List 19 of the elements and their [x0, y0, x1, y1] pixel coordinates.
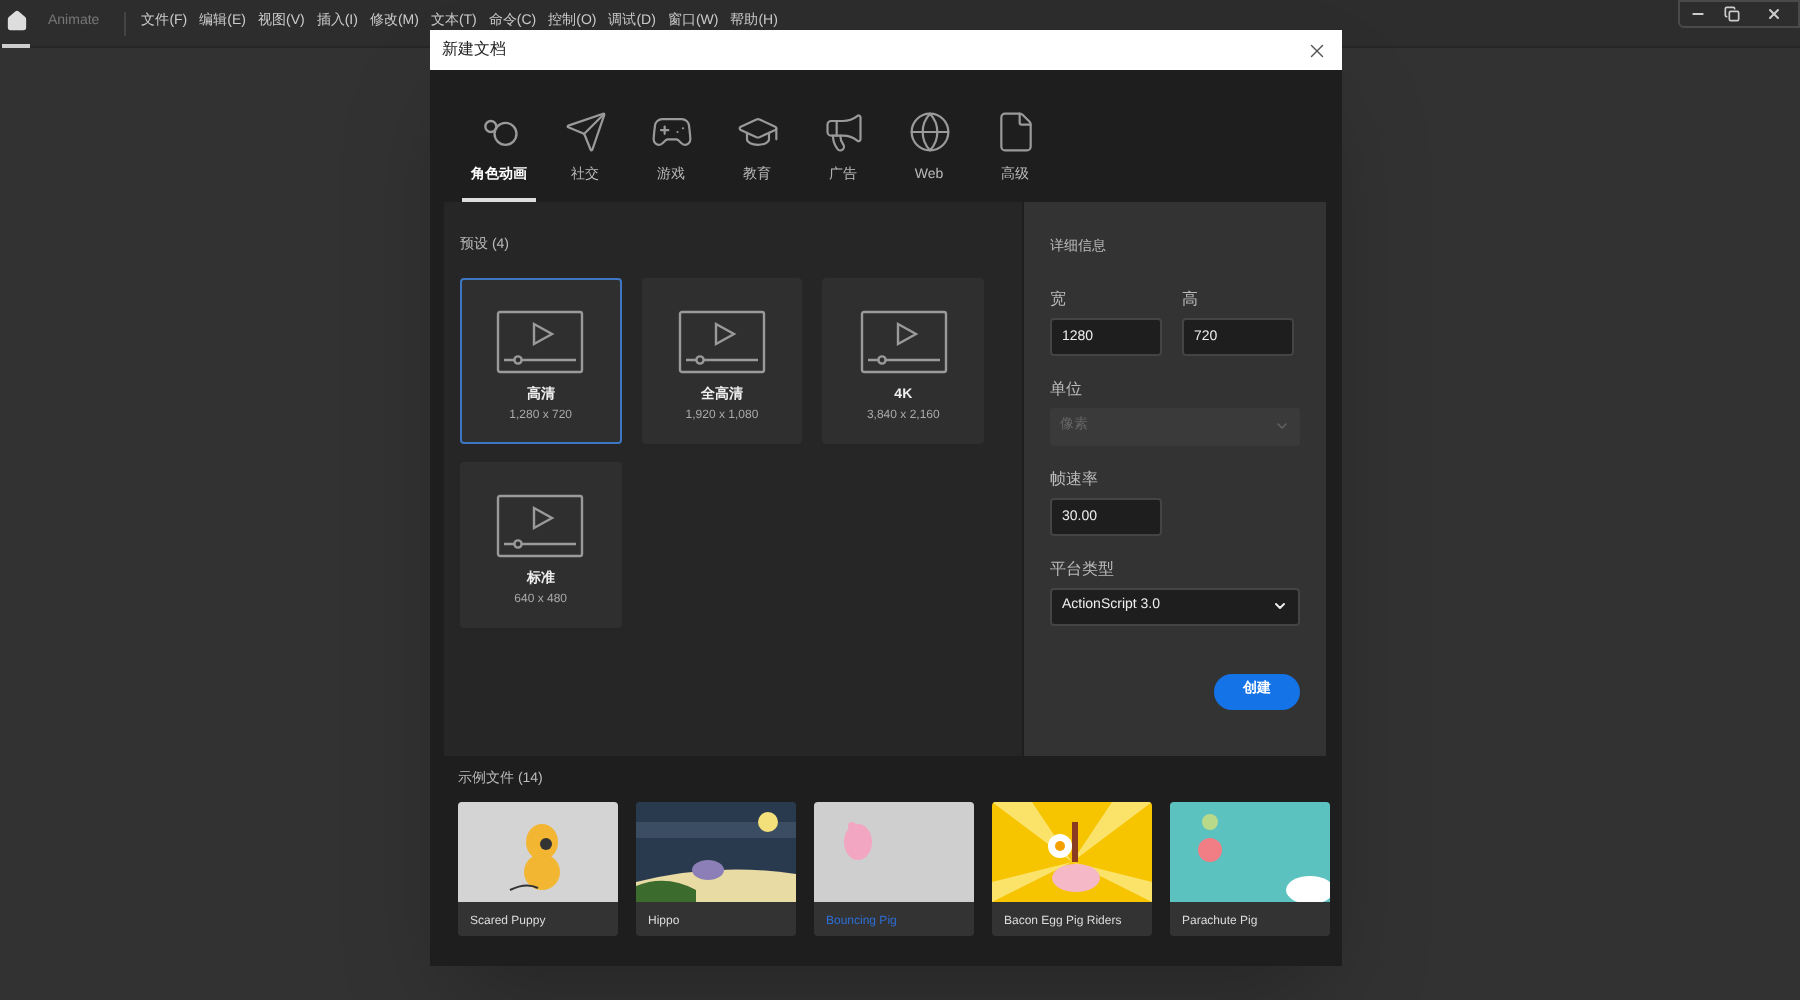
- megaphone-icon: [821, 109, 865, 153]
- paper-plane-icon: [563, 109, 607, 153]
- home-icon[interactable]: [5, 10, 27, 32]
- video-player-icon: [496, 309, 585, 373]
- globe-icon: [907, 109, 951, 153]
- height-label: 高: [1182, 287, 1200, 311]
- close-icon: [1305, 39, 1327, 61]
- video-player-icon: [859, 309, 948, 373]
- unit-label: 单位: [1050, 377, 1084, 401]
- video-player-icon: [677, 309, 766, 373]
- frame-rate-label: 帧速率: [1050, 467, 1100, 491]
- chevron-down-icon: [1272, 598, 1288, 614]
- close-icon: [1765, 6, 1781, 22]
- platform-label: 平台类型: [1050, 557, 1116, 581]
- video-player-icon: [496, 493, 585, 557]
- width-label: 宽: [1050, 287, 1068, 311]
- restore-icon: [1723, 6, 1739, 22]
- chevron-down-icon: [1274, 418, 1290, 434]
- dialog-title: 新建文档: [442, 38, 506, 62]
